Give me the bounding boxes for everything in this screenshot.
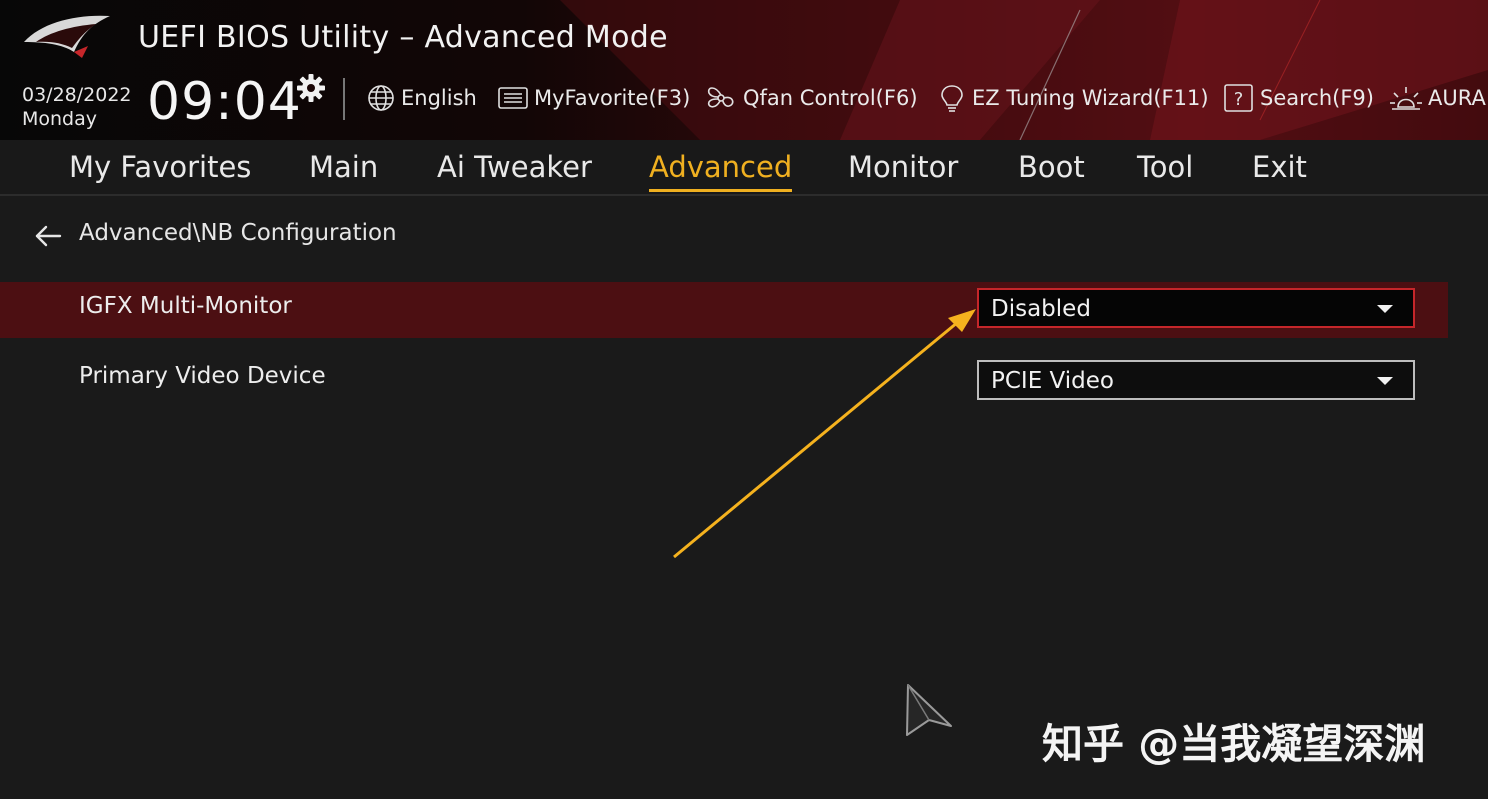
setting-label: Primary Video Device [79,363,326,389]
globe-icon [368,85,394,111]
myfavorite-label: MyFavorite(F3) [534,86,691,110]
myfavorite-button[interactable]: MyFavorite(F3) [496,84,690,112]
tab-ai-tweaker[interactable]: Ai Tweaker [437,150,592,184]
aura-light-icon [1390,87,1422,110]
chevron-down-icon [1377,305,1393,313]
svg-text:?: ? [1234,89,1244,110]
tab-main[interactable]: Main [309,150,378,184]
tab-monitor[interactable]: Monitor [848,150,958,184]
tab-exit[interactable]: Exit [1252,150,1307,184]
main-menu-bar: My Favorites Main Ai Tweaker Advanced Mo… [0,140,1488,196]
favorite-list-icon [498,87,528,109]
ez-tuning-wizard-label: EZ Tuning Wizard(F11) [972,86,1209,110]
date-text: 03/28/2022 [22,84,132,106]
rog-logo-icon [24,15,110,58]
dropdown-value: PCIE Video [991,368,1114,394]
qfan-control-label: Qfan Control(F6) [743,86,918,110]
header-divider [343,78,345,120]
ez-tuning-wizard-button[interactable]: EZ Tuning Wizard(F11) [936,84,1209,112]
search-label: Search(F9) [1260,86,1374,110]
tab-boot[interactable]: Boot [1018,150,1085,184]
lightbulb-icon [941,85,963,112]
fan-icon [707,87,734,108]
back-arrow-icon[interactable] [34,224,62,248]
tab-my-favorites[interactable]: My Favorites [69,150,251,184]
primary-video-device-dropdown[interactable]: PCIE Video [977,360,1415,400]
chevron-down-icon [1377,377,1393,385]
search-button[interactable]: ? Search(F9) [1222,84,1374,112]
aura-label: AURA [1428,86,1486,110]
setting-row-primary-video-device[interactable]: Primary Video Device PCIE Video [0,354,1448,410]
setting-row-igfx-multi-monitor[interactable]: IGFX Multi-Monitor Disabled [0,282,1448,338]
language-label: English [401,86,477,110]
gear-icon[interactable] [296,73,326,103]
tab-advanced[interactable]: Advanced [649,150,793,192]
dropdown-value: Disabled [991,296,1091,322]
setting-label: IGFX Multi-Monitor [79,293,292,319]
header-bar: UEFI BIOS Utility – Advanced Mode 03/28/… [0,0,1488,140]
app-title: UEFI BIOS Utility – Advanced Mode [138,20,668,55]
day-text: Monday [22,108,98,130]
igfx-multi-monitor-dropdown[interactable]: Disabled [977,288,1415,328]
breadcrumb: Advanced\NB Configuration [79,220,397,246]
clock-time[interactable]: 09:04 [147,72,302,132]
mouse-pointer-icon [906,684,952,736]
language-button[interactable]: English [365,84,477,112]
aura-button[interactable]: AURA [1388,84,1486,112]
watermark-text: 知乎 @当我凝望深渊 [1042,720,1426,768]
question-icon: ? [1224,84,1253,112]
tab-tool[interactable]: Tool [1137,150,1193,184]
qfan-control-button[interactable]: Qfan Control(F6) [703,84,918,112]
